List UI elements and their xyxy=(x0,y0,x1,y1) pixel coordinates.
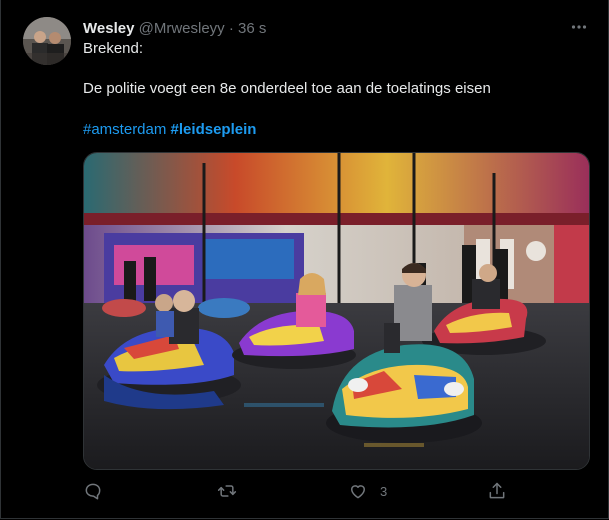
tweet-container: Wesley @Mrwesleyy · 36 s Brekend: De pol… xyxy=(0,0,609,519)
tweet-media-image[interactable] xyxy=(83,152,590,470)
heart-icon xyxy=(351,485,365,499)
tweet-actions: 3 xyxy=(83,479,513,503)
avatar[interactable] xyxy=(23,17,71,65)
hashtag-link[interactable]: #leidseplein xyxy=(171,121,257,138)
reply-button[interactable] xyxy=(83,479,103,503)
retweet-icon xyxy=(217,485,237,497)
tweet-text-line-2: De politie voegt een 8e onderdeel toe aa… xyxy=(83,80,491,97)
tweet-hashtags: #amsterdam #leidseplein xyxy=(83,120,256,140)
more-options-icon[interactable] xyxy=(567,17,591,37)
avatar-photo xyxy=(23,17,71,65)
reply-icon xyxy=(85,483,101,500)
timestamp[interactable]: 36 s xyxy=(238,20,266,37)
like-count: 3 xyxy=(380,483,388,499)
retweet-button[interactable] xyxy=(217,479,237,503)
separator-dot: · xyxy=(228,20,234,37)
tweet-text-line-1: Brekend: xyxy=(83,40,144,57)
display-name[interactable]: Wesley xyxy=(83,20,134,37)
user-handle[interactable]: @Mrwesleyy xyxy=(139,20,225,37)
tweet-header: Wesley @Mrwesleyy · 36 s xyxy=(83,19,266,39)
hashtag-link[interactable]: #amsterdam xyxy=(83,121,166,138)
share-icon xyxy=(489,482,505,499)
like-button[interactable]: 3 xyxy=(348,479,387,503)
share-button[interactable] xyxy=(487,479,507,503)
bumper-cars-photo xyxy=(84,153,589,469)
